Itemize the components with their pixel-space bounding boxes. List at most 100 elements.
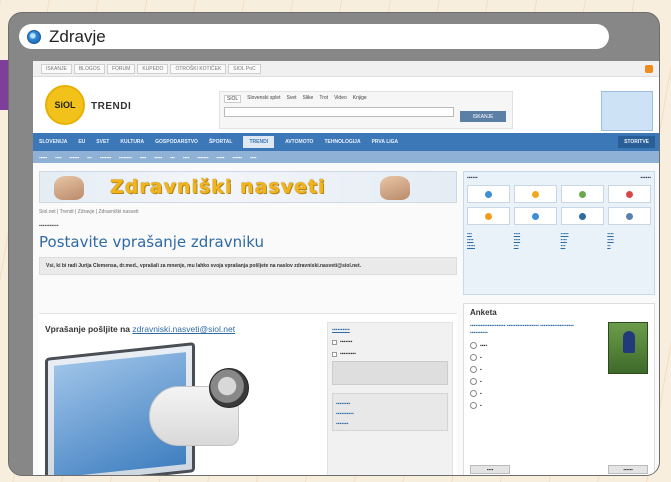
subnav-item[interactable]: ▪▪▪▪	[183, 155, 189, 160]
category-link[interactable]: ▪▪▪▪▪▪▪▪	[336, 401, 444, 407]
service-link[interactable]: ▪▪▪▪▪▪▪▪▪▪▪▪	[467, 231, 511, 249]
service-tile[interactable]	[608, 207, 651, 225]
results-button[interactable]: ▪▪▪▪▪▪	[608, 465, 648, 474]
subnav-item[interactable]: ▪▪▪▪▪▪	[232, 155, 242, 160]
search-panel: SiOL Slovenski splet Svet Slike Trot Vid…	[219, 91, 513, 129]
window-title: Zdravje	[49, 26, 106, 46]
toplink-3[interactable]: FORUM	[106, 63, 136, 74]
toplink-1[interactable]: ISKANJE	[41, 63, 72, 74]
article-date: ▪▪▪▪▪▪▪▪▪▪▪	[39, 223, 59, 229]
service-tile[interactable]	[467, 185, 510, 203]
service-link[interactable]: ▪▪▪▪ ▪▪▪▪ ▪▪▪	[514, 231, 558, 249]
poll-title: Anketa	[470, 308, 497, 317]
checkbox[interactable]	[332, 351, 337, 357]
nav-svet[interactable]: SVET	[96, 139, 109, 145]
subnav-item[interactable]: ▪▪▪▪▪▪▪▪	[119, 155, 132, 160]
subnav-item[interactable]: ▪▪▪▪	[140, 155, 146, 160]
radio-button[interactable]	[470, 378, 477, 385]
search-tab-7[interactable]: Knjige	[353, 95, 367, 103]
subnav-item[interactable]: ▪▪▪	[170, 155, 175, 160]
radio-button[interactable]	[470, 390, 477, 397]
radio-button[interactable]	[470, 354, 477, 361]
service-link[interactable]: ▪▪▪▪ ▪▪▪▪ ▪▪	[607, 231, 651, 249]
subnav-item[interactable]: ▪▪▪▪	[55, 155, 61, 160]
related-row: ▪▪▪▪▪▪▪	[332, 339, 448, 345]
subnav-item[interactable]: ▪▪▪▪▪	[154, 155, 162, 160]
site-header: SiOL TRENDI SiOL Slovenski splet Svet Sl…	[33, 77, 659, 133]
nav-storitve[interactable]: STORITVE	[618, 136, 655, 148]
rating-box[interactable]	[332, 361, 448, 385]
related-row: ▪▪▪▪▪▪▪▪▪	[332, 351, 448, 357]
poll-image	[608, 322, 648, 374]
toplink-6[interactable]: SIOL PoC	[228, 63, 261, 74]
nav-eu[interactable]: EU	[78, 139, 85, 145]
ask-email-link[interactable]: zdravniski.nasveti@siol.net	[132, 324, 235, 334]
header-services-box[interactable]	[601, 91, 653, 131]
ask-text: Vprašanje pošljite na zdravniski.nasveti…	[45, 324, 235, 334]
service-tile[interactable]	[514, 185, 557, 203]
radio-button[interactable]	[470, 402, 477, 409]
toplink-2[interactable]: BLOGOS	[73, 63, 105, 74]
vote-button[interactable]: ▪▪▪▪	[470, 465, 510, 474]
nav-sportal[interactable]: ŠPORTAL	[209, 139, 233, 145]
search-tab-2[interactable]: Slovenski splet	[247, 95, 280, 103]
radio-button[interactable]	[470, 366, 477, 373]
category-link[interactable]: ▪▪▪▪▪▪▪	[336, 421, 444, 427]
service-tile[interactable]	[467, 207, 510, 225]
toplink-5[interactable]: OTROŠKI KOTIČEK	[170, 63, 227, 74]
toplink-4[interactable]: KUPEDO	[137, 63, 169, 74]
service-tile[interactable]	[608, 185, 651, 203]
nav-tehnologija[interactable]: TEHNOLOGIJA	[324, 139, 360, 145]
subnav-item[interactable]: ▪▪▪▪▪	[39, 155, 47, 160]
category-link[interactable]: ▪▪▪▪▪▪▪▪▪▪	[336, 411, 444, 417]
search-tab-3[interactable]: Svet	[286, 95, 296, 103]
sub-navigation: ▪▪▪▪▪ ▪▪▪▪ ▪▪▪▪▪▪ ▪▪▪ ▪▪▪▪▪▪▪ ▪▪▪▪▪▪▪▪ ▪…	[33, 151, 659, 163]
checkbox[interactable]	[332, 339, 337, 345]
search-button[interactable]: ISKANJE	[460, 111, 506, 122]
related-panel: ▪▪▪▪▪▪▪▪▪▪ ▪▪▪▪▪▪▪ ▪▪▪▪▪▪▪▪▪ ▪▪▪▪▪▪▪▪ ▪▪…	[327, 322, 453, 475]
service-tile[interactable]	[561, 207, 604, 225]
section-banner: Zdravniški nasveti	[39, 171, 457, 203]
search-tab-4[interactable]: Slike	[303, 95, 314, 103]
rss-icon[interactable]	[645, 64, 653, 73]
nav-trendi[interactable]: TRENDI	[243, 136, 275, 148]
poll-buttons: ▪▪▪▪ ▪▪▪▪▪▪	[470, 465, 648, 474]
nav-gospodarstvo[interactable]: GOSPODARSTVO	[155, 139, 198, 145]
subnav-item[interactable]: ▪▪▪	[87, 155, 92, 160]
nav-kultura[interactable]: KULTURA	[120, 139, 144, 145]
section-name: TRENDI	[91, 101, 132, 112]
related-link[interactable]: ▪▪▪▪▪▪▪▪▪▪	[332, 327, 448, 333]
poll-option[interactable]: ▪	[470, 378, 648, 385]
breadcrumb[interactable]: Siol.net | Trendi | Zdravje | Zdravniški…	[39, 209, 457, 215]
search-tab-1[interactable]: SiOL	[224, 95, 242, 103]
browser-window: Zdravje ISKANJE BLOGOS FORUM KUPEDO OTRO…	[8, 12, 660, 476]
nav-prva-liga[interactable]: PRVA LIGA	[372, 139, 399, 145]
category-box: ▪▪▪▪▪▪▪▪ ▪▪▪▪▪▪▪▪▪▪ ▪▪▪▪▪▪▪	[332, 393, 448, 431]
nav-slovenija[interactable]: SLOVENIJA	[39, 139, 67, 145]
siol-logo[interactable]: SiOL	[45, 85, 85, 125]
poll-option[interactable]: ▪	[470, 402, 648, 409]
services-grid	[467, 185, 651, 225]
content-area: Zdravniški nasveti Siol.net | Trendi | Z…	[33, 163, 659, 475]
search-tabs: SiOL Slovenski splet Svet Slike Trot Vid…	[224, 95, 508, 103]
subnav-item[interactable]: ▪▪▪▪▪▪▪	[100, 155, 111, 160]
poll-option[interactable]: ▪	[470, 390, 648, 397]
poll-question: ▪▪▪▪▪▪▪▪▪▪▪▪▪▪▪▪▪▪▪▪ ▪▪▪▪▪▪▪▪▪▪▪▪▪▪▪▪▪▪ …	[470, 323, 574, 336]
service-link[interactable]: ▪▪▪▪▪▪▪▪▪▪▪▪	[561, 231, 605, 249]
radio-button[interactable]	[470, 342, 477, 349]
subnav-item[interactable]: ▪▪▪▪▪▪	[69, 155, 79, 160]
web-page: ISKANJE BLOGOS FORUM KUPEDO OTROŠKI KOTI…	[33, 61, 659, 475]
subnav-item[interactable]: ▪▪▪▪▪▪▪	[197, 155, 208, 160]
service-tile[interactable]	[514, 207, 557, 225]
hand-image	[380, 176, 410, 200]
main-navigation: SLOVENIJA EU SVET KULTURA GOSPODARSTVO Š…	[33, 133, 659, 151]
search-tab-5[interactable]: Trot	[319, 95, 328, 103]
subnav-item[interactable]: ▪▪▪▪▪	[216, 155, 224, 160]
services-links: ▪▪▪ ▪▪▪▪ ▪▪▪▪▪ ▪▪▪▪ ▪▪▪▪ ▪▪▪ ▪▪▪▪▪ ▪▪▪▪ ▪▪▪ ▪▪…	[467, 231, 651, 249]
nav-avtomoto[interactable]: AVTOMOTO	[285, 139, 313, 145]
search-tab-6[interactable]: Video	[334, 95, 347, 103]
subnav-item[interactable]: ▪▪▪▪	[250, 155, 256, 160]
related-text: ▪▪▪▪▪▪▪	[340, 339, 353, 345]
service-tile[interactable]	[561, 185, 604, 203]
search-input[interactable]	[224, 107, 454, 117]
